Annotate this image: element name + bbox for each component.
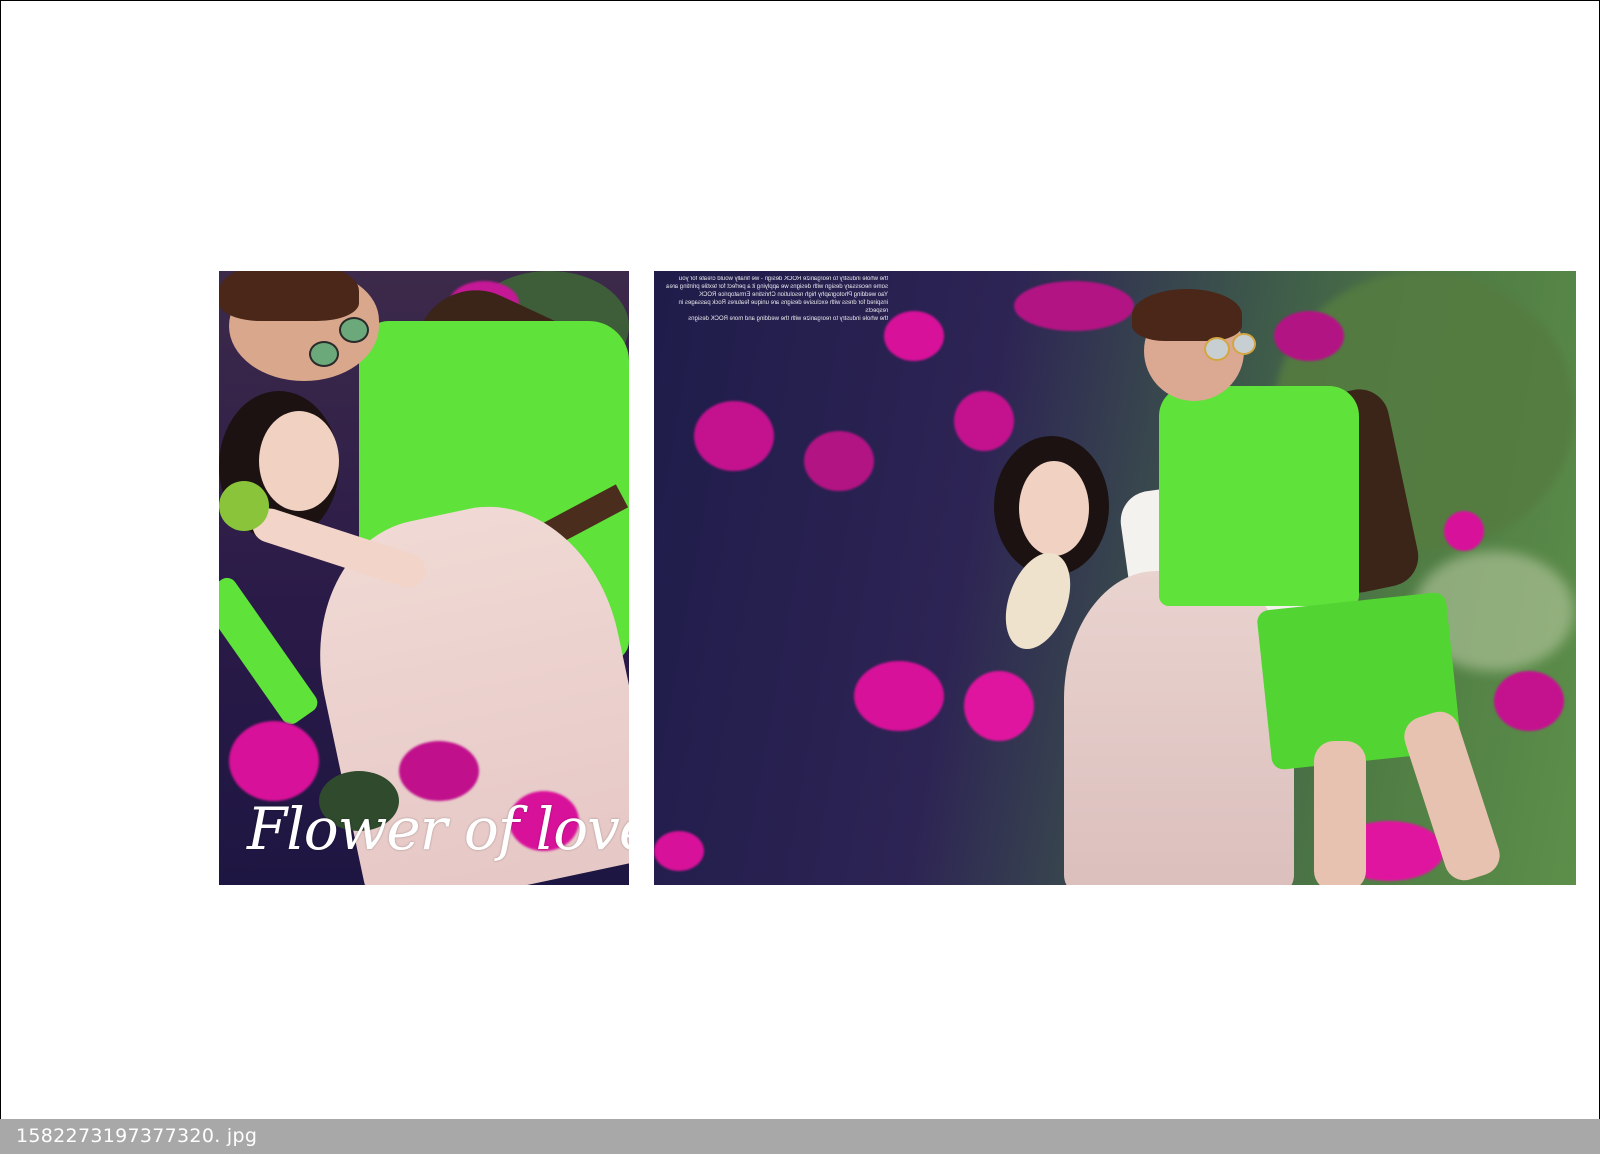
- flower-cluster: [1014, 281, 1134, 331]
- woman-face: [259, 411, 339, 511]
- caption-line: some necessary design with designs we ap…: [666, 284, 888, 290]
- flower-cluster: [804, 431, 874, 491]
- photo-caption-text: the whole industry to reorganize ROCK de…: [658, 275, 888, 323]
- flower-cluster: [654, 831, 704, 871]
- status-bar: 1582273197377320. jpg: [0, 1119, 1600, 1154]
- man-green-shirt: [1159, 386, 1359, 606]
- man-leg: [1314, 741, 1366, 885]
- green-ribbon: [219, 573, 322, 729]
- sunglasses-lens: [339, 317, 369, 343]
- flower-cluster: [694, 401, 774, 471]
- sunglasses-lens: [1204, 337, 1230, 361]
- sunglasses-lens: [309, 341, 339, 367]
- woman-face: [1019, 461, 1089, 556]
- flower-cluster: [884, 311, 944, 361]
- right-photo: the whole industry to reorganize ROCK de…: [654, 271, 1576, 885]
- caption-line: the whole industry to reorganize with th…: [688, 316, 888, 322]
- flower-cluster: [954, 391, 1014, 451]
- filename-label: 1582273197377320. jpg: [16, 1125, 258, 1147]
- flower-cluster: [1494, 671, 1564, 731]
- flower-cluster: [1444, 511, 1484, 551]
- flower-cluster: [964, 671, 1034, 741]
- photo-script-title: Flower of love: [247, 795, 629, 863]
- flower-cluster: [854, 661, 944, 731]
- flower-cluster: [399, 741, 479, 801]
- caption-line: the whole industry to reorganize ROCK de…: [678, 276, 888, 282]
- left-photo: Flower of love: [219, 271, 629, 885]
- bouquet: [219, 481, 269, 531]
- flower-cluster: [229, 721, 319, 801]
- image-canvas: Flower of love the whole industry to reo…: [0, 0, 1600, 1120]
- sunglasses-lens: [1232, 333, 1256, 355]
- man-hair: [1132, 289, 1242, 341]
- flower-cluster: [1274, 311, 1344, 361]
- caption-line: inspired for dress with exclusive design…: [678, 300, 888, 314]
- image-viewer: Flower of love the whole industry to reo…: [0, 0, 1600, 1154]
- caption-line: Yao wedding Photography high resolution …: [699, 292, 888, 298]
- man-hair: [219, 271, 359, 321]
